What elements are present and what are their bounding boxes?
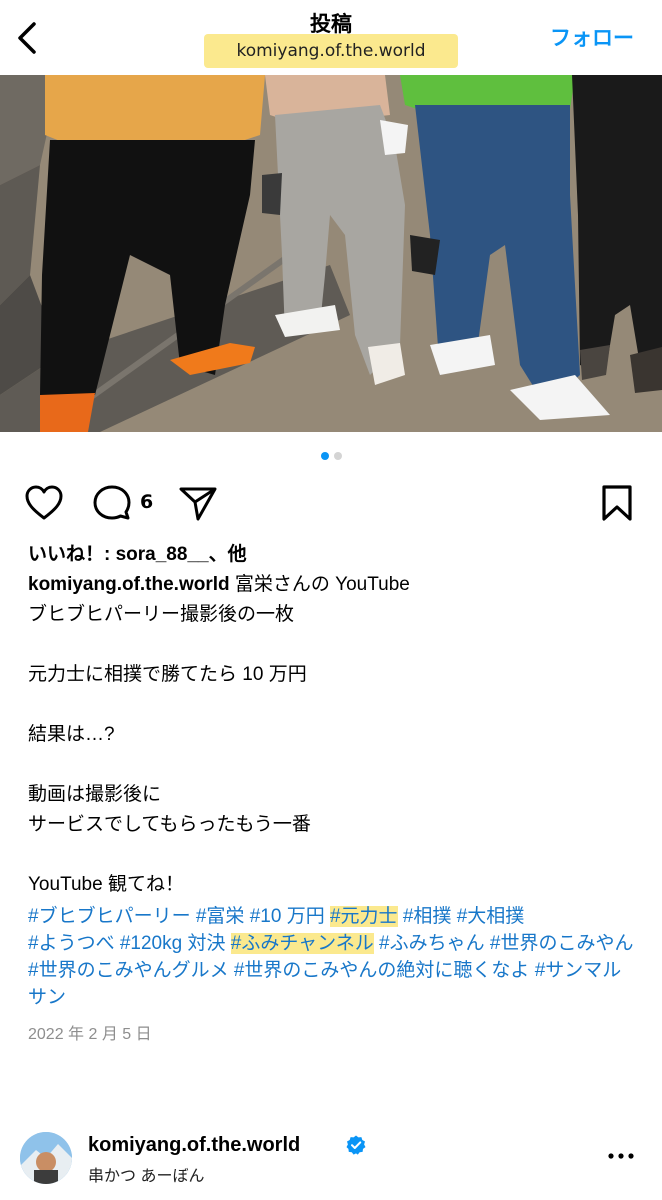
caption-line: 富栄さんの YouTube (234, 574, 410, 595)
post-date: 2022 年 2 月 5 日 (28, 1026, 152, 1043)
caption-blank (28, 690, 644, 720)
caption-line: サービスでしてもらったもう一番 (28, 814, 311, 835)
hashtag-list: #ブヒブヒパーリー #富栄 #10 万円 #元力士 #相撲 #大相撲 #ようつべ… (28, 903, 640, 1011)
post-content: いいね！: sora_88__、他 komiyang.of.the.world … (28, 540, 644, 1044)
follow-button[interactable]: フォロー (550, 22, 634, 52)
hashtag[interactable]: #世界のこみやん (490, 933, 634, 954)
verified-badge-icon (346, 1135, 366, 1155)
caption-line: ブヒブヒパーリー撮影後の一枚 (28, 604, 295, 625)
comment-icon (93, 485, 131, 520)
caption-blank (28, 840, 644, 870)
hashtag[interactable]: #ようつべ (28, 933, 115, 954)
carousel-dot (333, 452, 342, 460)
comment-button[interactable] (92, 484, 132, 526)
caption-line: YouTube 観てね！ (28, 874, 184, 895)
next-post-header: komiyang.of.the.world 串かつ あーぼん (0, 1128, 662, 1190)
post-action-bar: 6 (0, 482, 662, 528)
comment-count: 6 (140, 491, 154, 513)
carousel-indicator (0, 452, 662, 460)
hashtag[interactable]: #大相撲 (457, 906, 525, 927)
share-button[interactable] (178, 484, 218, 526)
hashtag[interactable]: #ふみちゃん (379, 933, 485, 954)
caption-blank (28, 750, 644, 780)
more-options-button[interactable] (606, 1146, 636, 1166)
caption: komiyang.of.the.world 富栄さんの YouTube ブヒブヒ… (28, 570, 644, 900)
caption-username[interactable]: komiyang.of.the.world (28, 574, 230, 595)
likes-text[interactable]: いいね！: sora_88__、他 (28, 540, 644, 570)
caption-blank (28, 630, 644, 660)
caption-line: 元力士に相撲で勝てたら 10 万円 (28, 664, 307, 685)
hashtag[interactable]: #世界のこみやんの絶対に聴くなよ (234, 960, 530, 981)
hashtag[interactable]: #世界のこみやんグルメ (28, 960, 229, 981)
hashtag-highlighted[interactable]: #ふみチャンネル (230, 933, 374, 954)
profile-location[interactable]: 串かつ あーぼん (88, 1162, 204, 1186)
page-subtitle-username[interactable]: komiyang.of.the.world (204, 34, 458, 68)
more-icon (608, 1153, 634, 1159)
hashtag[interactable]: #ブヒブヒパーリー (28, 906, 191, 927)
hashtag-highlighted[interactable]: #元力士 (329, 906, 398, 927)
like-button[interactable] (24, 484, 64, 526)
hashtag[interactable]: #富栄 (196, 906, 245, 927)
hashtag[interactable]: #相撲 (403, 906, 452, 927)
heart-icon (25, 485, 63, 520)
share-icon (179, 487, 217, 521)
hashtag[interactable]: #10 万円 (250, 906, 325, 927)
carousel-dot-active (320, 452, 329, 460)
caption-line: 結果は…? (28, 724, 115, 745)
save-button[interactable] (600, 484, 634, 526)
top-bar: 投稿 komiyang.of.the.world フォロー (0, 0, 662, 75)
avatar[interactable] (20, 1132, 72, 1184)
profile-username[interactable]: komiyang.of.the.world (88, 1134, 300, 1157)
bookmark-icon (602, 485, 632, 521)
caption-line: 動画は撮影後に (28, 784, 162, 805)
post-photo[interactable] (0, 75, 662, 432)
hashtag[interactable]: #120kg 対決 (120, 933, 226, 954)
